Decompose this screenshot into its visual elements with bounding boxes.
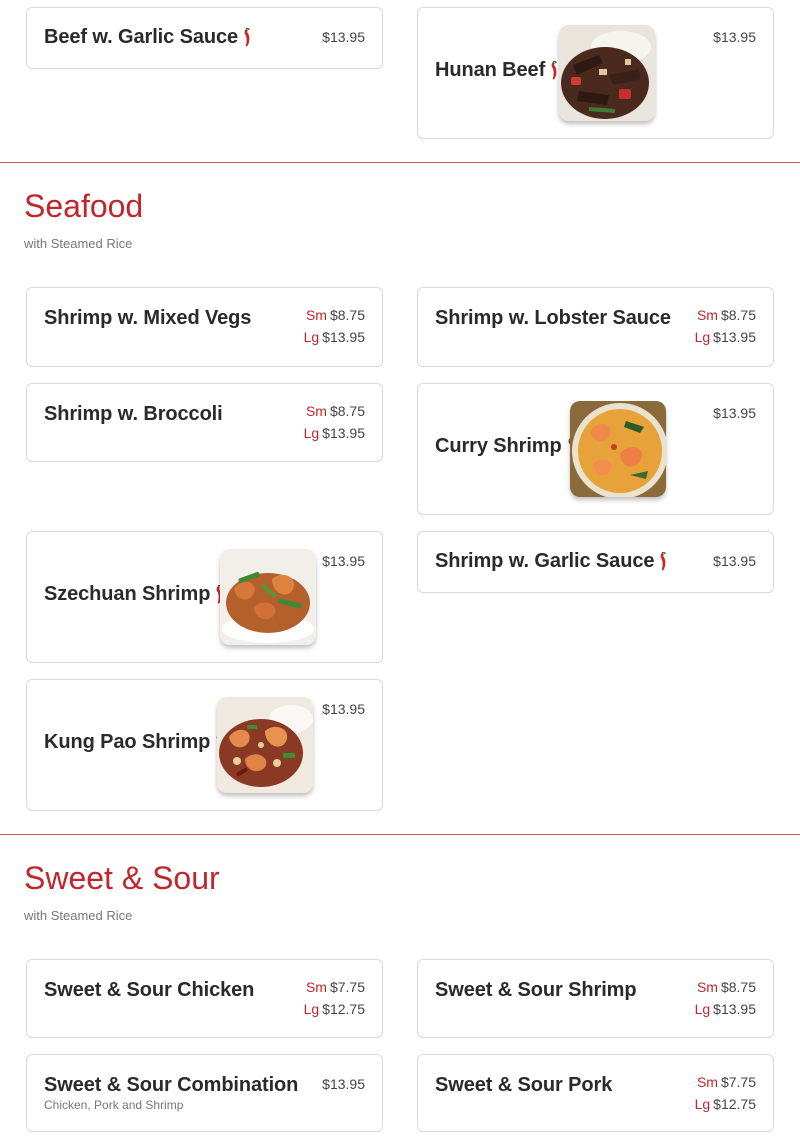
price-large: $12.75 [713, 1096, 756, 1112]
item-name: Hunan Beef [435, 59, 559, 82]
item-name: Curry Shrimp [435, 435, 576, 458]
size-label-large: Lg [694, 1001, 711, 1017]
size-label-small: Sm [696, 307, 718, 323]
section-subtitle: with Steamed Rice [24, 236, 133, 251]
price: $13.95 [713, 553, 756, 569]
price-list: Sm $8.75 Lg $13.95 [304, 400, 365, 444]
item-name: Beef w. Garlic Sauce [44, 26, 252, 49]
price-large: $13.95 [322, 425, 365, 441]
item-name: Sweet & Sour Pork [435, 1074, 613, 1096]
price: $13.95 [322, 29, 365, 45]
section-title-sweet-sour: Sweet & Sour [24, 860, 220, 896]
item-name: Sweet & Sour Chicken [44, 979, 255, 1001]
menu-item-card[interactable]: Beef w. Garlic Sauce $13.95 [26, 7, 383, 69]
section-divider [0, 834, 800, 835]
kung-pao-shrimp-image[interactable] [217, 697, 313, 793]
size-label-large: Lg [303, 1001, 320, 1017]
price: $13.95 [322, 701, 365, 717]
chili-pepper-icon [660, 552, 667, 571]
price-small: $8.75 [329, 307, 365, 323]
menu-item-card[interactable]: Shrimp w. Lobster Sauce Sm $8.75 Lg $13.95 [417, 287, 774, 367]
menu-item-card[interactable]: Curry Shrimp $13.95 [417, 383, 774, 515]
price-large: $12.75 [322, 1001, 365, 1017]
price-large: $13.95 [322, 329, 365, 345]
menu-item-card[interactable]: Sweet & Sour Shrimp Sm $8.75 Lg $13.95 [417, 959, 774, 1038]
section-subtitle: with Steamed Rice [24, 908, 133, 923]
menu-item-card[interactable]: Shrimp w. Garlic Sauce $13.95 [417, 531, 774, 593]
price-list: Sm $7.75 Lg $12.75 [304, 976, 365, 1020]
item-name: Shrimp w. Broccoli [44, 403, 223, 425]
price-list: Sm $8.75 Lg $13.95 [695, 976, 756, 1020]
price-list: Sm $7.75 Lg $12.75 [695, 1071, 756, 1115]
menu-item-card[interactable]: Shrimp w. Mixed Vegs Sm $8.75 Lg $13.95 [26, 287, 383, 367]
size-label-small: Sm [305, 403, 327, 419]
chili-pepper-icon [551, 61, 557, 80]
size-label-small: Sm [696, 1074, 718, 1090]
menu-item-card[interactable]: Shrimp w. Broccoli Sm $8.75 Lg $13.95 [26, 383, 383, 462]
size-label-large: Lg [303, 425, 320, 441]
item-name: Sweet & Sour Combination [44, 1074, 299, 1096]
chili-pepper-icon [244, 28, 250, 47]
curry-shrimp-image[interactable] [570, 401, 666, 497]
item-name: Szechuan Shrimp [44, 583, 224, 606]
item-name: Kung Pao Shrimp [44, 731, 224, 754]
price: $13.95 [713, 29, 756, 45]
size-label-small: Sm [305, 307, 327, 323]
price-small: $8.75 [329, 403, 365, 419]
size-label-small: Sm [305, 979, 327, 995]
item-name: Shrimp w. Mixed Vegs [44, 307, 252, 329]
price-small: $7.75 [329, 979, 365, 995]
price-large: $13.95 [713, 1001, 756, 1017]
menu-item-card[interactable]: Szechuan Shrimp $13.95 [26, 531, 383, 663]
menu-item-card[interactable]: Sweet & Sour Pork Sm $7.75 Lg $12.75 [417, 1054, 774, 1132]
hunan-beef-image[interactable] [559, 25, 655, 121]
item-name: Sweet & Sour Shrimp [435, 979, 637, 1001]
price-small: $7.75 [720, 1074, 756, 1090]
section-divider [0, 162, 800, 163]
price-list: Sm $8.75 Lg $13.95 [695, 304, 756, 348]
menu-item-card[interactable]: Sweet & Sour Combination Chicken, Pork a… [26, 1054, 383, 1132]
size-label-large: Lg [303, 329, 320, 345]
price-small: $8.75 [720, 979, 756, 995]
item-name: Shrimp w. Lobster Sauce [435, 307, 671, 329]
item-name: Shrimp w. Garlic Sauce [435, 550, 668, 573]
szechuan-shrimp-image[interactable] [220, 549, 316, 645]
price-list: Sm $8.75 Lg $13.95 [304, 304, 365, 348]
price: $13.95 [322, 553, 365, 569]
price: $13.95 [713, 405, 756, 421]
section-title-seafood: Seafood [24, 188, 144, 224]
price: $13.95 [322, 1076, 365, 1092]
menu-item-card[interactable]: Sweet & Sour Chicken Sm $7.75 Lg $12.75 [26, 959, 383, 1038]
item-description: Chicken, Pork and Shrimp [44, 1098, 184, 1112]
size-label-small: Sm [696, 979, 718, 995]
menu-item-card[interactable]: Kung Pao Shrimp $13.95 [26, 679, 383, 811]
size-label-large: Lg [694, 1096, 711, 1112]
size-label-large: Lg [694, 329, 711, 345]
menu-item-card[interactable]: Hunan Beef $13.95 [417, 7, 774, 139]
price-large: $13.95 [713, 329, 756, 345]
price-small: $8.75 [720, 307, 756, 323]
